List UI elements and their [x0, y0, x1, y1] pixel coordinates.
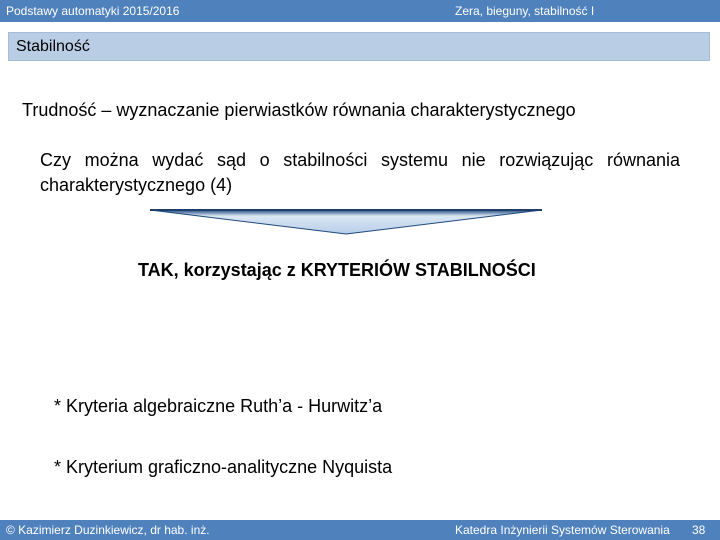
criterion-routh-hurwitz: * Kryteria algebraiczne Ruth’a - Hurwitz…: [54, 396, 383, 416]
slide-title-box: Stabilność: [8, 32, 710, 61]
header-bar: Podstawy automatyki 2015/2016 Zera, bieg…: [0, 0, 720, 22]
criterion-nyquist: * Kryterium graficzno-analityczne Nyquis…: [54, 457, 393, 477]
course-name: Podstawy automatyki 2015/2016: [6, 4, 180, 18]
author-credit: © Kazimierz Duzinkiewicz, dr hab. inż.: [6, 523, 210, 537]
slide-topic: Zera, bieguny, stabilność I: [455, 4, 595, 18]
page-number: 38: [692, 523, 706, 537]
down-arrow-icon: [150, 209, 542, 235]
difficulty-heading: Trudność – wyznaczanie pierwiastków równ…: [22, 100, 576, 120]
footer-bar: © Kazimierz Duzinkiewicz, dr hab. inż. K…: [0, 520, 720, 540]
department-name: Katedra Inżynierii Systemów Sterowania: [455, 523, 670, 537]
question-text: Czy można wydać sąd o stabilności system…: [40, 150, 680, 195]
slide-title: Stabilność: [16, 38, 90, 55]
answer-text: TAK, korzystając z KRYTERIÓW STABILNOŚCI: [138, 260, 536, 280]
